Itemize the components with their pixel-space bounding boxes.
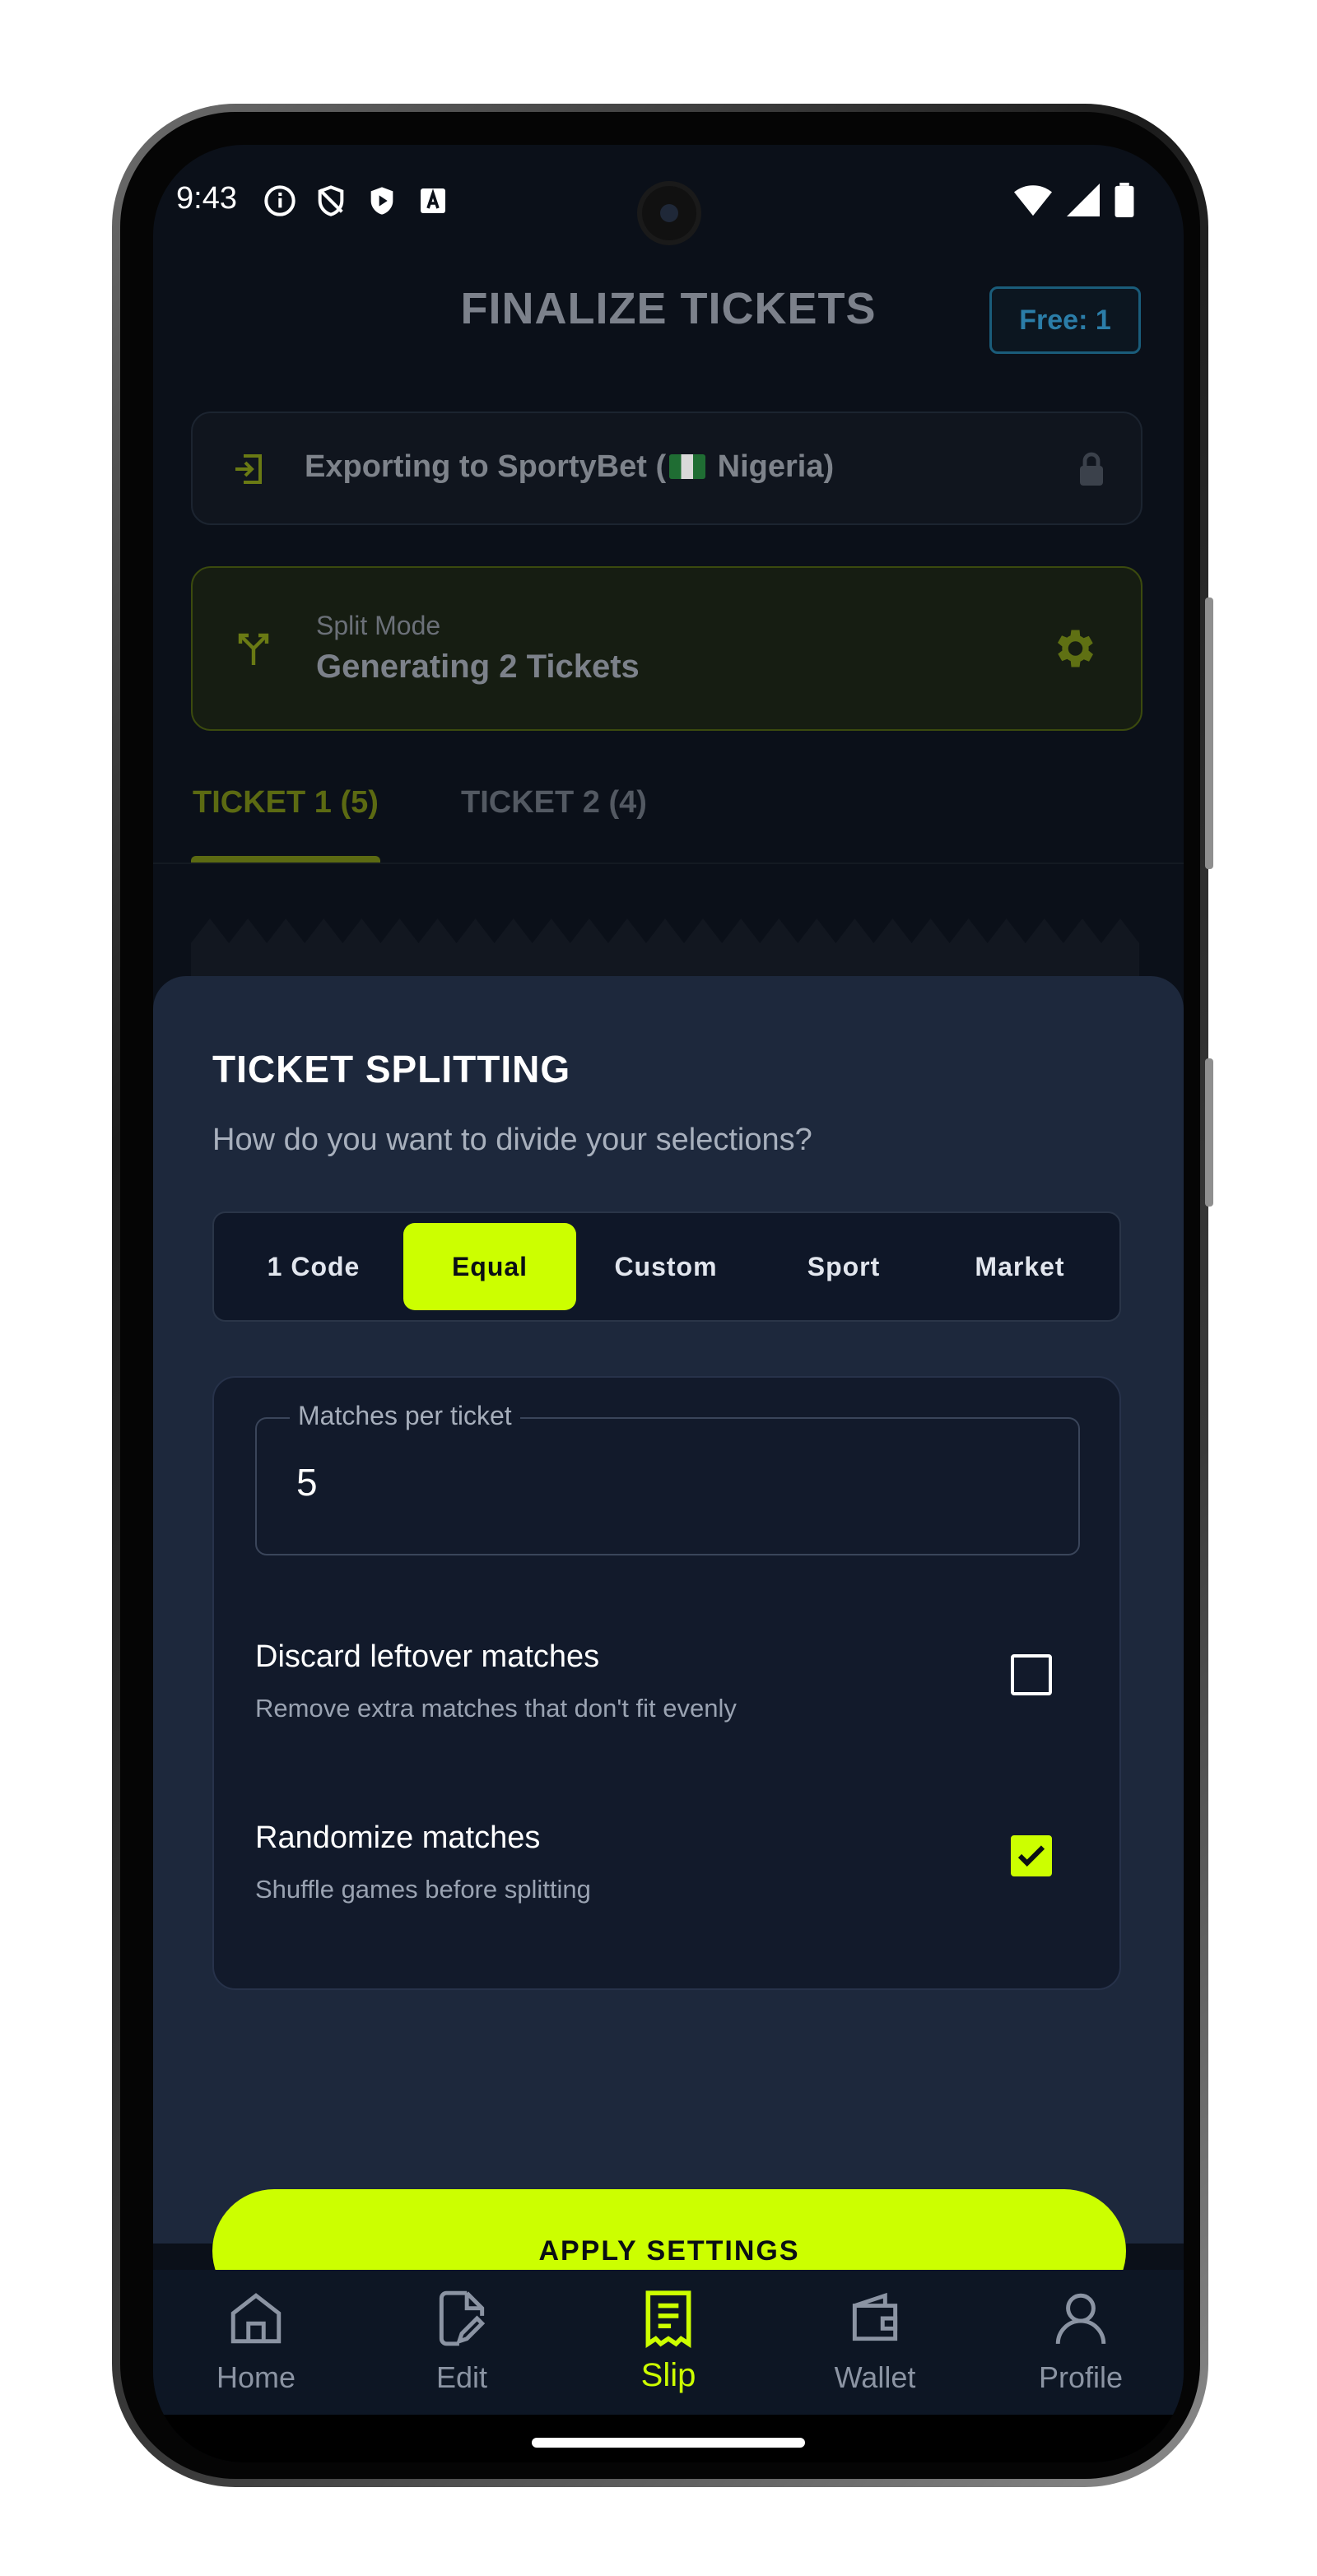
- randomize-checkbox[interactable]: [1011, 1835, 1052, 1876]
- matches-per-ticket-value[interactable]: 5: [296, 1460, 318, 1504]
- nav-edit-label: Edit: [435, 2360, 488, 2394]
- volume-button: [1205, 598, 1213, 869]
- system-icons: [1014, 183, 1134, 221]
- status-time: 9:43: [176, 181, 237, 216]
- nav-wallet[interactable]: Wallet: [772, 2270, 978, 2415]
- mode-equal[interactable]: Equal: [403, 1223, 576, 1310]
- status-bar: 9:43: [153, 145, 1184, 244]
- split-mode-value: Generating 2 Tickets: [316, 649, 640, 685]
- notification-icons: [262, 183, 451, 219]
- split-settings-panel: Matches per ticket 5 Discard leftover ma…: [212, 1376, 1121, 1990]
- sheet-subtitle: How do you want to divide your selection…: [212, 1123, 812, 1157]
- phone-bezel: FINALIZE TICKETS Free: 1 Exporting to Sp…: [120, 112, 1200, 2479]
- matches-per-ticket-field[interactable]: Matches per ticket 5: [255, 1401, 1080, 1555]
- receipt-icon: [645, 2290, 691, 2349]
- nav-home[interactable]: Home: [153, 2270, 359, 2415]
- nigeria-flag-icon: [669, 454, 706, 479]
- tab-ticket-2[interactable]: TICKET 2 (4): [461, 785, 647, 821]
- tab-divider: [153, 863, 1184, 864]
- shield-play-icon: [364, 183, 400, 219]
- discard-leftover-checkbox[interactable]: [1011, 1654, 1052, 1695]
- profile-icon: [1055, 2293, 1106, 2344]
- discard-leftover-subtitle: Remove extra matches that don't fit even…: [255, 1694, 737, 1723]
- info-icon: [262, 183, 298, 219]
- matches-per-ticket-label: Matches per ticket: [290, 1401, 520, 1431]
- export-label: Exporting to SportyBet (: [305, 449, 667, 484]
- export-text: Exporting to SportyBet ( Nigeria): [305, 449, 834, 485]
- nav-slip[interactable]: Slip: [565, 2270, 771, 2415]
- wifi-icon: [1014, 184, 1052, 221]
- bottom-nav: Home Edit Slip Wallet Profile: [153, 2270, 1184, 2415]
- power-button: [1205, 1058, 1213, 1207]
- screen: FINALIZE TICKETS Free: 1 Exporting to Sp…: [153, 145, 1184, 2462]
- front-camera: [642, 186, 696, 240]
- free-badge[interactable]: Free: 1: [989, 286, 1141, 354]
- wallet-icon: [852, 2292, 898, 2341]
- nav-edit[interactable]: Edit: [359, 2270, 565, 2415]
- nav-profile[interactable]: Profile: [978, 2270, 1184, 2415]
- split-icon: [234, 629, 273, 672]
- mode-sport[interactable]: Sport: [757, 1223, 930, 1310]
- randomize-title: Randomize matches: [255, 1820, 541, 1855]
- signal-icon: [1067, 184, 1100, 221]
- check-icon: [1017, 1845, 1045, 1867]
- export-info: Exporting to SportyBet ( Nigeria): [191, 412, 1142, 525]
- home-icon: [230, 2293, 282, 2344]
- home-indicator: [153, 2415, 1184, 2462]
- lock-icon: [1075, 451, 1108, 491]
- battery-icon: [1115, 183, 1134, 221]
- export-country: Nigeria): [717, 449, 835, 484]
- randomize-subtitle: Shuffle games before splitting: [255, 1875, 591, 1904]
- discard-leftover-title: Discard leftover matches: [255, 1639, 600, 1674]
- shield-off-icon: [313, 183, 349, 219]
- nav-profile-label: Profile: [1038, 2360, 1124, 2394]
- split-mode-card[interactable]: Split Mode Generating 2 Tickets: [191, 566, 1142, 731]
- nav-home-label: Home: [216, 2360, 296, 2394]
- mode-market[interactable]: Market: [933, 1223, 1106, 1310]
- font-icon: [415, 183, 451, 219]
- edit-icon: [439, 2290, 486, 2346]
- export-icon: [229, 449, 268, 493]
- split-mode-selector: 1 Code Equal Custom Sport Market: [212, 1211, 1121, 1322]
- nav-slip-label: Slip: [640, 2357, 696, 2393]
- mode-1-code[interactable]: 1 Code: [227, 1223, 400, 1310]
- tab-ticket-1[interactable]: TICKET 1 (5): [193, 785, 379, 821]
- nav-wallet-label: Wallet: [834, 2360, 916, 2394]
- ticket-splitting-sheet: TICKET SPLITTING How do you want to divi…: [153, 976, 1184, 2313]
- split-mode-label: Split Mode: [316, 611, 441, 640]
- mode-custom[interactable]: Custom: [579, 1223, 752, 1310]
- sheet-title: TICKET SPLITTING: [212, 1048, 571, 1090]
- gear-icon[interactable]: [1049, 624, 1098, 677]
- phone-frame: FINALIZE TICKETS Free: 1 Exporting to Sp…: [112, 104, 1213, 2487]
